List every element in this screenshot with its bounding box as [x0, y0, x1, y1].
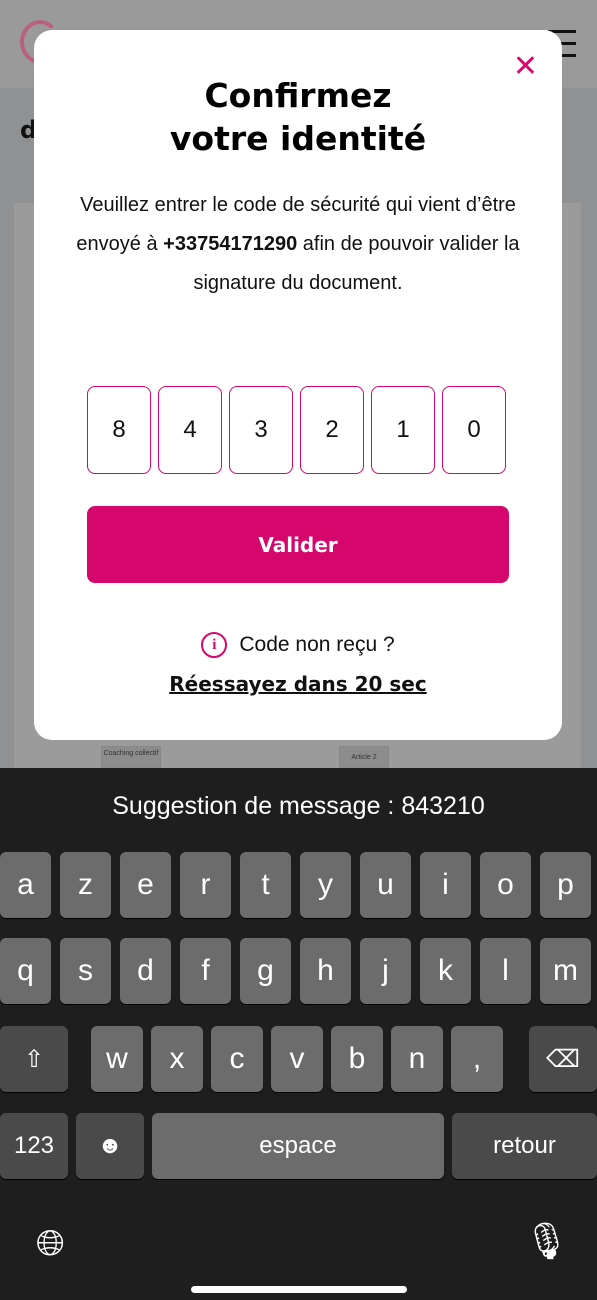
- key[interactable]: h: [300, 938, 351, 1004]
- modal-description: Veuillez entrer le code de sécurité qui …: [74, 186, 522, 303]
- code-digit-input[interactable]: 2: [300, 386, 364, 474]
- key[interactable]: v: [271, 1026, 323, 1092]
- key[interactable]: r: [180, 852, 231, 918]
- key[interactable]: x: [151, 1026, 203, 1092]
- code-digit-input[interactable]: 8: [87, 386, 151, 474]
- code-digit-input[interactable]: 4: [158, 386, 222, 474]
- diagram-box: Article 2: [339, 746, 389, 768]
- key[interactable]: i: [420, 852, 471, 918]
- keyboard: Suggestion de message : 843210 azertyuio…: [0, 768, 597, 1300]
- key[interactable]: o: [480, 852, 531, 918]
- title-line: Confirmez: [204, 76, 392, 115]
- diagram-box: Coaching collectif: [101, 746, 161, 768]
- key[interactable]: b: [331, 1026, 383, 1092]
- code-not-received: i Code non reçu ?: [34, 632, 562, 658]
- validate-button[interactable]: Valider: [87, 506, 509, 583]
- shift-key[interactable]: ⇧: [0, 1026, 68, 1092]
- message-suggestion[interactable]: Suggestion de message : 843210: [0, 792, 597, 821]
- key[interactable]: w: [91, 1026, 143, 1092]
- home-indicator[interactable]: [191, 1286, 407, 1293]
- globe-icon[interactable]: 🌐︎: [36, 1223, 65, 1265]
- modal-title: Confirmez votre identité: [34, 74, 562, 160]
- key[interactable]: c: [211, 1026, 263, 1092]
- key[interactable]: p: [540, 852, 591, 918]
- code-input-group: 8 4 3 2 1 0: [87, 386, 506, 474]
- key[interactable]: f: [180, 938, 231, 1004]
- title-line: votre identité: [169, 119, 427, 158]
- key[interactable]: j: [360, 938, 411, 1004]
- key[interactable]: y: [300, 852, 351, 918]
- return-key[interactable]: retour: [452, 1113, 597, 1179]
- not-received-text: Code non reçu ?: [239, 633, 395, 656]
- key[interactable]: t: [240, 852, 291, 918]
- code-digit-input[interactable]: 1: [371, 386, 435, 474]
- key[interactable]: k: [420, 938, 471, 1004]
- key[interactable]: ,: [451, 1026, 503, 1092]
- info-icon: i: [201, 632, 228, 658]
- key[interactable]: n: [391, 1026, 443, 1092]
- microphone-icon[interactable]: 🎙︎: [524, 1220, 570, 1262]
- key[interactable]: g: [240, 938, 291, 1004]
- key[interactable]: a: [0, 852, 51, 918]
- code-digit-input[interactable]: 3: [229, 386, 293, 474]
- backspace-key[interactable]: ⌫: [529, 1026, 597, 1092]
- code-digit-input[interactable]: 0: [442, 386, 506, 474]
- numbers-key[interactable]: 123: [0, 1113, 68, 1179]
- phone-number: +33754171290: [163, 233, 298, 255]
- key[interactable]: l: [480, 938, 531, 1004]
- identity-modal: ✕ Confirmez votre identité Veuillez entr…: [34, 30, 562, 740]
- space-key[interactable]: espace: [152, 1113, 444, 1179]
- key[interactable]: m: [540, 938, 591, 1004]
- key[interactable]: d: [120, 938, 171, 1004]
- key[interactable]: e: [120, 852, 171, 918]
- emoji-icon[interactable]: ☻: [76, 1113, 144, 1179]
- key[interactable]: u: [360, 852, 411, 918]
- retry-link[interactable]: Réessayez dans 20 sec: [34, 672, 562, 696]
- key[interactable]: s: [60, 938, 111, 1004]
- key[interactable]: q: [0, 938, 51, 1004]
- key[interactable]: z: [60, 852, 111, 918]
